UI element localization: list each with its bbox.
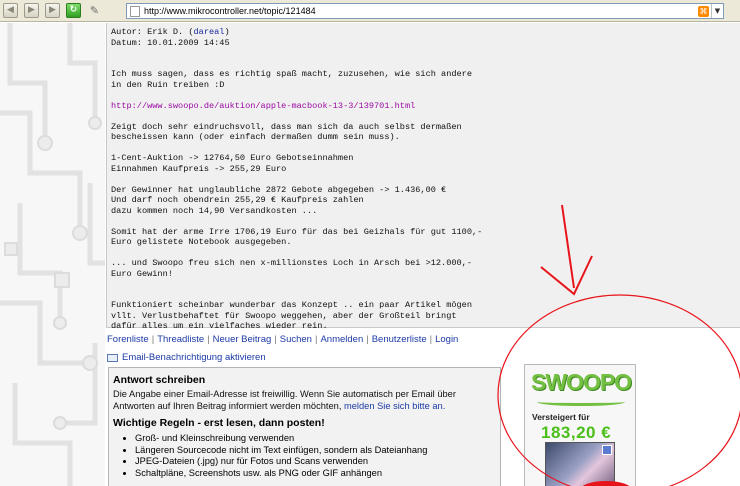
swoopo-logo: SWOOPO bbox=[531, 369, 632, 395]
login-link[interactable]: melden Sie sich bitte an. bbox=[344, 401, 445, 411]
nav-threadliste[interactable]: Threadliste bbox=[157, 334, 204, 345]
post-para-1: Ich muss sagen, dass es richtig spaß mac… bbox=[111, 69, 472, 90]
reply-intro: Die Angabe einer Email-Adresse ist freiw… bbox=[113, 389, 456, 411]
post-para-2: Zeigt doch sehr eindruchsvoll, dass man … bbox=[111, 121, 462, 143]
nav-login[interactable]: Login bbox=[435, 334, 458, 345]
url-text[interactable]: http://www.mikrocontroller.net/topic/121… bbox=[144, 6, 698, 16]
circuit-background bbox=[0, 23, 105, 486]
pen-icon[interactable]: ✎ bbox=[87, 3, 102, 18]
nav-neuer-beitrag[interactable]: Neuer Beitrag bbox=[213, 334, 272, 345]
email-notify-link[interactable]: Email-Benachrichtigung aktivieren bbox=[122, 352, 266, 363]
logo-swoosh bbox=[537, 398, 625, 406]
rss-icon[interactable]: ⌘ bbox=[698, 5, 709, 17]
auction-link[interactable]: http://www.swoopo.de/auktion/apple-macbo… bbox=[111, 101, 415, 111]
rule-item: JPEG-Dateien (.jpg) nur für Fotos und Sc… bbox=[135, 456, 500, 468]
rule-item: Schaltpläne, Screenshots usw. als PNG od… bbox=[135, 468, 500, 480]
address-bar[interactable]: http://www.mikrocontroller.net/topic/121… bbox=[126, 3, 724, 19]
ad-price: 183,20 € bbox=[541, 423, 612, 442]
reply-box: Antwort schreiben Die Angabe einer Email… bbox=[108, 367, 501, 486]
badge-icon bbox=[602, 445, 612, 455]
circuit-pattern bbox=[0, 23, 105, 486]
ad-label: Versteigert für bbox=[532, 412, 590, 422]
mail-icon bbox=[107, 353, 118, 362]
nav-suchen[interactable]: Suchen bbox=[280, 334, 312, 345]
rule-item: Groß- und Kleinschreibung verwenden bbox=[135, 433, 500, 445]
swoopo-ad[interactable]: SWOOPO Versteigert für 183,20 € bbox=[524, 364, 636, 486]
nav-benutzerliste[interactable]: Benutzerliste bbox=[372, 334, 427, 345]
nav-forenliste[interactable]: Forenliste bbox=[107, 334, 149, 345]
author-link[interactable]: dareal bbox=[194, 27, 225, 37]
nav-anmelden[interactable]: Anmelden bbox=[320, 334, 363, 345]
post-para-3: 1-Cent-Auktion -> 12764,50 Euro Gebotsei… bbox=[111, 153, 354, 174]
right-arrow-icon[interactable]: ▶ bbox=[24, 3, 39, 18]
browser-toolbar: ◀ ▶ ▶ ↻ ✎ http://www.mikrocontroller.net… bbox=[0, 0, 740, 22]
rule-item: Längeren Sourcecode nicht im Text einfüg… bbox=[135, 445, 500, 457]
post-para-5: Somit hat der arme Irre 1706,19 Euro für… bbox=[111, 226, 483, 248]
chevron-down-icon[interactable]: ▼ bbox=[711, 4, 723, 18]
email-notify: Email-Benachrichtigung aktivieren bbox=[107, 352, 266, 363]
post-para-7: Funktioniert scheinbar wunderbar das Kon… bbox=[111, 300, 472, 331]
forward-arrow-icon[interactable]: ▶ bbox=[45, 3, 60, 18]
post-author: Autor: Erik D. (dareal) bbox=[111, 27, 230, 37]
post-para-6: ... und Swoopo freu sich nen x-millionst… bbox=[111, 258, 472, 279]
reload-icon[interactable]: ↻ bbox=[66, 3, 81, 18]
post-link-line: http://www.swoopo.de/auktion/apple-macbo… bbox=[111, 101, 740, 112]
left-arrow-icon[interactable]: ◀ bbox=[3, 3, 18, 18]
reply-title: Antwort schreiben bbox=[113, 374, 206, 386]
post-date: Datum: 10.01.2009 14:45 bbox=[111, 37, 230, 48]
product-image[interactable] bbox=[545, 442, 615, 486]
page-icon bbox=[130, 5, 140, 17]
rules-list: Groß- und Kleinschreibung verwenden Läng… bbox=[113, 433, 500, 479]
forum-post: Autor: Erik D. (dareal) Datum: 10.01.200… bbox=[106, 23, 740, 331]
post-para-4: Der Gewinner hat unglaubliche 2872 Gebot… bbox=[111, 184, 447, 216]
rules-title: Wichtige Regeln - erst lesen, dann poste… bbox=[113, 417, 325, 429]
forum-nav: Forenliste | Threadliste | Neuer Beitrag | Suc… bbox=[107, 334, 459, 345]
